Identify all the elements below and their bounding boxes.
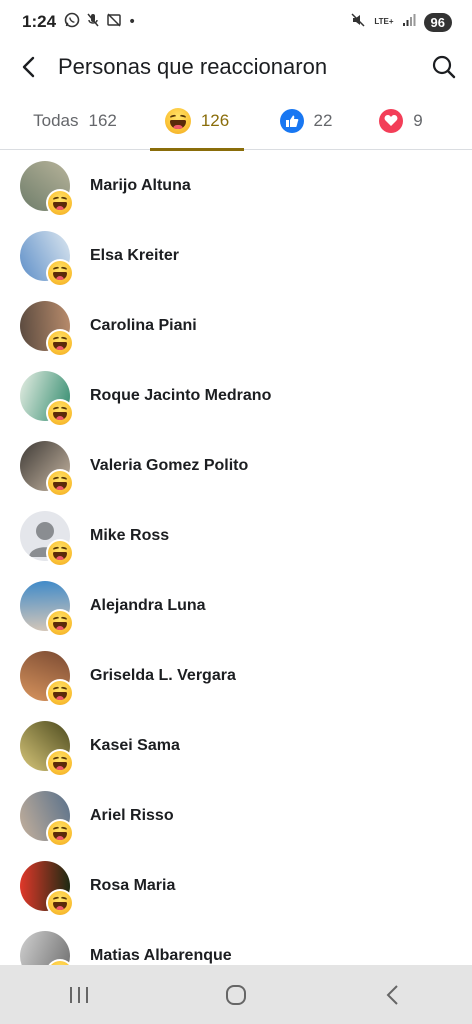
reaction-badge [46,399,74,427]
person-name[interactable]: Mike Ross [90,527,169,545]
avatar-container [20,581,74,637]
tab-love-count: 9 [413,110,423,130]
haha-emoji-icon [164,107,191,134]
search-icon [432,55,456,79]
signal-icon [402,13,416,32]
person-name[interactable]: Valeria Gomez Polito [90,457,248,475]
person-name[interactable]: Elsa Kreiter [90,247,179,265]
image-off-icon [106,12,122,32]
reaction-badge [46,259,74,287]
list-item[interactable]: Matias Albarenque [0,921,472,965]
reaction-tabs: Todas 162 126 22 9 [0,92,472,151]
reaction-badge [46,679,74,707]
header: Personas que reaccionaron [0,44,472,90]
reaction-badge [46,749,74,777]
tab-like-count: 22 [313,110,333,130]
list-item[interactable]: Mike Ross [0,501,472,571]
list-item[interactable]: Kasei Sama [0,711,472,781]
home-button[interactable] [196,965,276,1024]
haha-emoji-icon [48,541,72,565]
haha-emoji-icon [48,191,72,215]
status-icons-left: • [64,12,136,32]
person-name[interactable]: Ariel Risso [90,807,174,825]
tab-all-count: 162 [88,110,117,130]
tab-haha-count: 126 [200,110,230,130]
haha-emoji-icon [48,681,72,705]
tab-all[interactable]: Todas 162 [0,92,150,150]
reaction-badge [46,539,74,567]
reaction-badge [46,329,74,357]
network-type: LTE+ [374,17,394,26]
people-list: Marijo Altuna Elsa Kreiter Carolina Piani R… [0,151,472,965]
avatar-container [20,931,74,965]
list-item[interactable]: Elsa Kreiter [0,221,472,291]
avatar-container [20,161,74,217]
tab-like[interactable]: 22 [256,92,356,150]
back-nav-button[interactable] [353,965,433,1024]
list-item[interactable]: Ariel Risso [0,781,472,851]
list-item[interactable]: Alejandra Luna [0,571,472,641]
avatar-container [20,231,74,287]
search-button[interactable] [416,44,472,90]
status-time: 1:24 [22,12,57,31]
system-nav-bar [0,965,472,1024]
haha-emoji-icon [48,751,72,775]
person-name[interactable]: Marijo Altuna [90,177,191,195]
list-item[interactable]: Griselda L. Vergara [0,641,472,711]
list-item[interactable]: Rosa Maria [0,851,472,921]
haha-emoji-icon [48,611,72,635]
avatar-container [20,511,74,567]
person-name[interactable]: Matias Albarenque [90,947,232,965]
notification-dot: • [128,14,137,30]
person-name[interactable]: Roque Jacinto Medrano [90,387,271,405]
haha-emoji-icon [48,261,72,285]
haha-emoji-icon [48,401,72,425]
avatar-container [20,651,74,707]
avatar-container [20,301,74,357]
reaction-badge [46,889,74,917]
love-icon [379,108,404,133]
avatar-container [20,861,74,917]
recent-apps-icon [69,986,88,1003]
status-bar: 1:24 • LTE+ 96 [0,0,472,44]
recent-apps-button[interactable] [39,965,119,1024]
back-nav-icon [386,984,399,1005]
list-item[interactable]: Carolina Piani [0,291,472,361]
avatar-container [20,721,74,777]
person-name[interactable]: Rosa Maria [90,877,175,895]
person-name[interactable]: Carolina Piani [90,317,197,335]
avatar-container [20,791,74,847]
reaction-badge [46,819,74,847]
haha-emoji-icon [48,821,72,845]
tab-love[interactable]: 9 [356,92,446,150]
person-name[interactable]: Griselda L. Vergara [90,667,236,685]
haha-emoji-icon [48,891,72,915]
list-item[interactable]: Valeria Gomez Polito [0,431,472,501]
list-item[interactable]: Roque Jacinto Medrano [0,361,472,431]
reaction-badge [46,609,74,637]
person-name[interactable]: Kasei Sama [90,737,180,755]
tab-all-label: Todas [33,110,79,130]
avatar-container [20,371,74,427]
mute-icon [350,12,366,33]
back-button[interactable] [0,44,58,90]
person-name[interactable]: Alejandra Luna [90,597,206,615]
page-title: Personas que reaccionaron [58,54,328,79]
like-icon [279,108,304,133]
haha-emoji-icon [48,471,72,495]
list-item[interactable]: Marijo Altuna [0,151,472,221]
battery-level: 96 [423,12,452,32]
status-icons-right: LTE+ 96 [350,12,452,33]
back-arrow-icon [22,56,35,78]
reaction-badge [46,469,74,497]
mic-muted-icon [86,12,100,32]
reaction-badge [46,189,74,217]
avatar-container [20,441,74,497]
haha-emoji-icon [48,331,72,355]
whatsapp-icon [64,12,80,32]
tab-haha[interactable]: 126 [150,92,244,151]
home-icon [225,984,246,1005]
